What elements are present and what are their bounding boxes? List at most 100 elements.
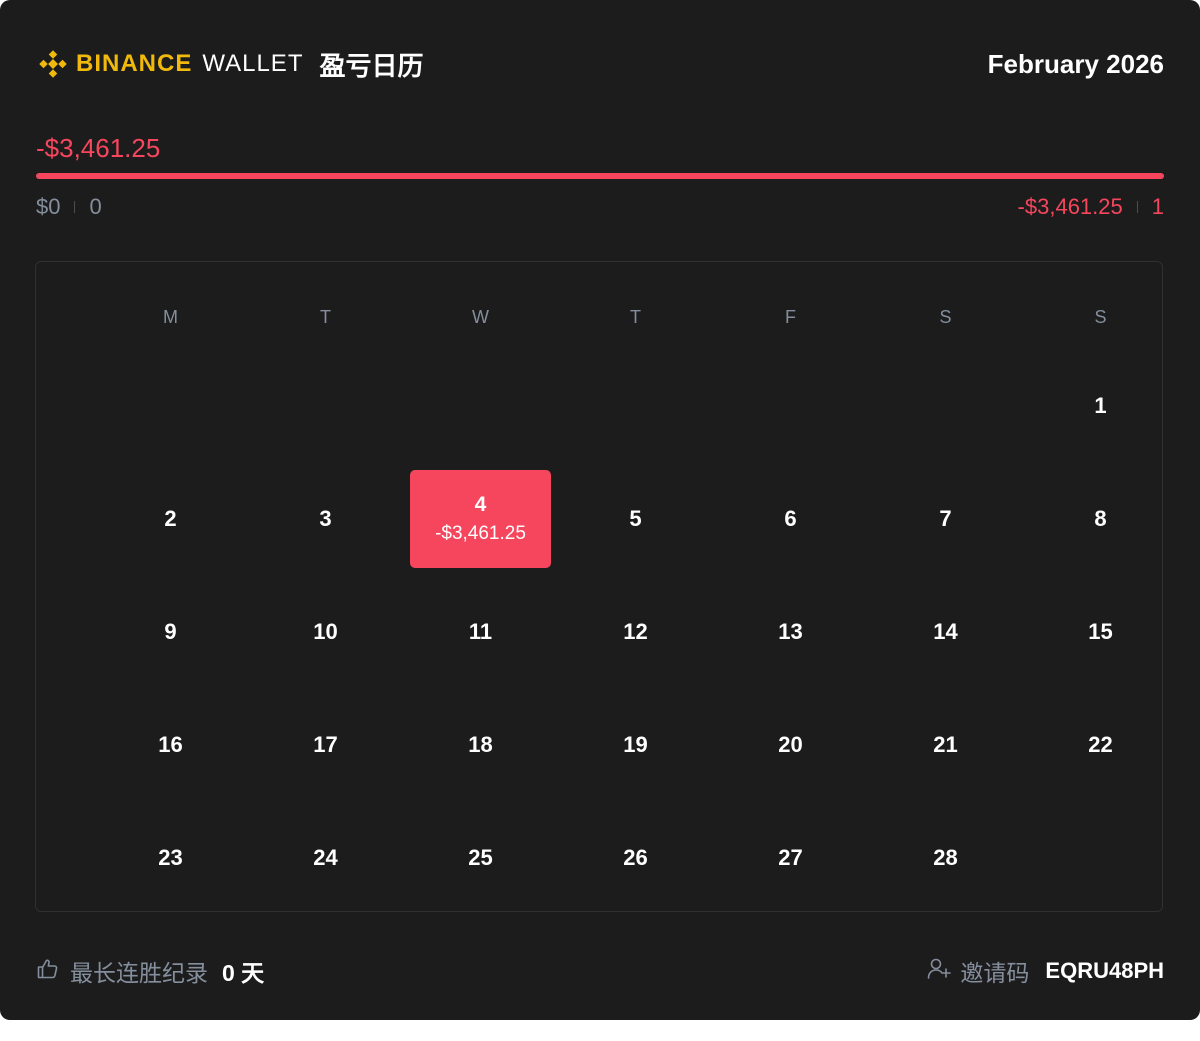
empty-day-cell	[558, 349, 713, 462]
day-number: 8	[1094, 505, 1107, 531]
day-number: 13	[778, 618, 803, 644]
pnl-calendar-card: BINANCE WALLET 盈亏日历 February 2026 -$3,46…	[0, 0, 1200, 1020]
brand-wallet-text: WALLET	[202, 50, 304, 77]
day-number: 2	[164, 505, 177, 531]
day-number: 20	[778, 731, 803, 757]
empty-day-cell	[868, 349, 1023, 462]
empty-day-cell	[248, 349, 403, 462]
day-cell[interactable]: 3	[248, 462, 403, 575]
day-cell[interactable]: 22	[1023, 688, 1178, 801]
win-streak: 最长连胜纪录 0 天	[36, 955, 264, 987]
day-cell[interactable]: 4 -$3,461.25	[403, 462, 558, 575]
day-cell[interactable]: 26	[558, 801, 713, 914]
add-user-icon	[926, 956, 952, 987]
calendar-grid: M T W T F S S 1 2 3 4 -$3,461.25 5 6 7 8 9 10 11 12 1…	[35, 261, 1163, 912]
day-cell[interactable]: 12	[558, 575, 713, 688]
day-cell[interactable]: 10	[248, 575, 403, 688]
day-number: 21	[933, 731, 958, 757]
day-cell[interactable]: 27	[713, 801, 868, 914]
divider	[1136, 201, 1138, 213]
day-cell[interactable]: 20	[713, 688, 868, 801]
weekday-label: T	[320, 307, 331, 327]
weekday-label: S	[939, 307, 952, 327]
weekday-label: W	[472, 307, 489, 327]
day-cell[interactable]: 1	[1023, 349, 1178, 462]
streak-label: 最长连胜纪录	[70, 960, 208, 986]
day-cell[interactable]: 7	[868, 462, 1023, 575]
brand-binance-text: BINANCE	[76, 50, 193, 77]
brand: BINANCE WALLET 盈亏日历	[36, 44, 424, 84]
page-title: 盈亏日历	[319, 50, 424, 81]
binance-logo-icon	[36, 47, 70, 81]
day-number: 27	[778, 844, 803, 870]
day-pnl-value: -$3,461.25	[435, 522, 526, 544]
day-number: 12	[623, 618, 648, 644]
invite-code[interactable]: EQRU48PH	[1045, 958, 1164, 984]
day-cell[interactable]: 19	[558, 688, 713, 801]
day-pnl-chip[interactable]: 4 -$3,461.25	[410, 469, 551, 568]
day-number: 5	[629, 505, 642, 531]
streak-value: 0 天	[222, 960, 265, 986]
day-number: 22	[1088, 731, 1113, 757]
day-cell[interactable]: 14	[868, 575, 1023, 688]
day-number: 9	[164, 618, 177, 644]
day-number: 19	[623, 731, 648, 757]
day-cell[interactable]: 5	[558, 462, 713, 575]
day-number: 23	[158, 844, 183, 870]
day-cell[interactable]: 17	[248, 688, 403, 801]
day-cell[interactable]: 11	[403, 575, 558, 688]
day-number: 4	[474, 492, 487, 516]
day-number: 28	[933, 844, 958, 870]
day-cell[interactable]: 28	[868, 801, 1023, 914]
day-cell[interactable]: 16	[93, 688, 248, 801]
day-number: 15	[1088, 618, 1113, 644]
day-number: 14	[933, 618, 958, 644]
month-label: February 2026	[987, 49, 1164, 79]
day-cell[interactable]: 24	[248, 801, 403, 914]
day-number: 25	[468, 844, 493, 870]
loss-amount: -$3,461.25	[1017, 194, 1123, 219]
day-number: 11	[468, 618, 493, 644]
day-number: 6	[784, 505, 797, 531]
day-number: 26	[623, 844, 648, 870]
loss-stats: -$3,461.25 1	[1018, 193, 1164, 221]
total-pnl: -$3,461.25	[36, 133, 161, 163]
weekday-label: T	[630, 307, 641, 327]
empty-day-cell	[93, 349, 248, 462]
day-cell[interactable]: 18	[403, 688, 558, 801]
day-number: 10	[313, 618, 338, 644]
invite-label: 邀请码	[960, 960, 1030, 986]
day-number: 24	[313, 844, 338, 870]
weekday-label: M	[163, 307, 178, 327]
day-number: 3	[319, 505, 332, 531]
weekday-label: S	[1094, 307, 1107, 327]
day-number: 16	[158, 731, 183, 757]
day-number: 18	[468, 731, 493, 757]
day-cell[interactable]: 15	[1023, 575, 1178, 688]
weekday-label: F	[785, 307, 796, 327]
day-cell[interactable]: 9	[93, 575, 248, 688]
empty-day-cell	[713, 349, 868, 462]
day-cell[interactable]: 23	[93, 801, 248, 914]
day-number: 7	[939, 505, 952, 531]
thumbs-up-icon	[36, 957, 60, 986]
calendar-days: 1 2 3 4 -$3,461.25 5 6 7 8 9 10 11 12 13 14 15 16 17 18 19 2…	[93, 349, 1178, 914]
day-cell[interactable]: 2	[93, 462, 248, 575]
day-cell[interactable]: 6	[713, 462, 868, 575]
divider	[74, 201, 76, 213]
loss-days: 1	[1151, 194, 1164, 219]
day-cell[interactable]: 8	[1023, 462, 1178, 575]
pnl-ratio-bar	[36, 173, 1164, 179]
day-cell[interactable]: 25	[403, 801, 558, 914]
weekday-header: M T W T F S S	[93, 305, 1178, 329]
day-number: 1	[1094, 392, 1107, 418]
empty-day-cell	[403, 349, 558, 462]
profit-amount: $0	[36, 194, 61, 219]
header: BINANCE WALLET 盈亏日历 February 2026	[36, 44, 1164, 84]
profit-days: 0	[89, 194, 102, 219]
day-cell[interactable]: 13	[713, 575, 868, 688]
day-number: 17	[313, 731, 338, 757]
profit-stats: $0 0	[36, 193, 102, 221]
day-cell[interactable]: 21	[868, 688, 1023, 801]
invite-code-area: 邀请码 EQRU48PH	[926, 955, 1164, 987]
